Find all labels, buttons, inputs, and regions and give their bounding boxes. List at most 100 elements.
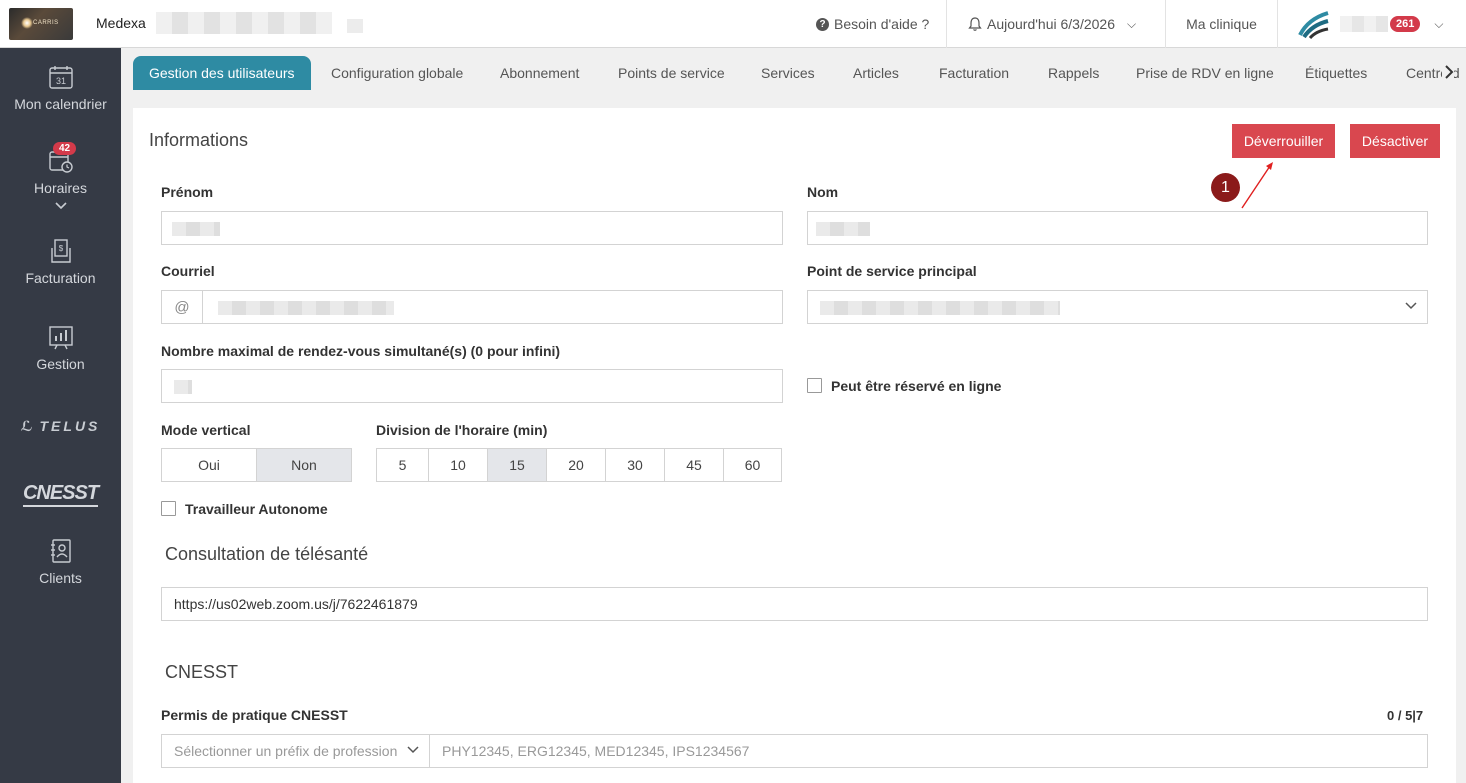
unlock-button[interactable]: Déverrouiller — [1232, 124, 1335, 158]
profession-prefix-placeholder: Sélectionner un préfix de profession — [174, 743, 398, 759]
at-sign-icon: @ — [162, 291, 203, 323]
first-name-label: Prénom — [161, 184, 214, 200]
sidebar-item-schedules[interactable]: 42 Horaires — [0, 142, 121, 214]
cnesst-section-title: CNESST — [165, 662, 239, 682]
division-option[interactable]: 20 — [546, 449, 605, 481]
app-logo[interactable]: CARRIS — [9, 8, 73, 40]
tab-bar: Gestion des utilisateurs Configuration g… — [133, 56, 1460, 90]
tab-services[interactable]: Services — [761, 56, 815, 90]
contacts-book-icon — [50, 539, 71, 563]
vertical-mode-yes[interactable]: Oui — [162, 449, 256, 481]
today-dropdown[interactable]: Aujourd'hui 6/3/2026 ⌵ — [946, 0, 1165, 48]
tab-subscription[interactable]: Abonnement — [500, 56, 579, 90]
division-option[interactable]: 15 — [487, 449, 546, 481]
telus-label: TELUS — [39, 418, 101, 434]
vertical-mode-no[interactable]: Non — [256, 449, 351, 481]
logo-mark-icon — [21, 17, 33, 29]
main-service-point-label: Point de service principal — [807, 263, 977, 279]
bell-icon — [968, 17, 982, 31]
tab-global-config[interactable]: Configuration globale — [331, 56, 463, 90]
tab-reminders[interactable]: Rappels — [1048, 56, 1099, 90]
max-appointments-field[interactable] — [161, 369, 783, 403]
sidebar-item-label: Facturation — [25, 270, 96, 286]
main-content: Gestion des utilisateurs Configuration g… — [121, 48, 1466, 783]
permit-number-field[interactable]: PHY12345, ERG12345, MED12345, IPS1234567 — [429, 734, 1428, 768]
user-menu[interactable]: 261 ⌵ — [1277, 0, 1466, 48]
telehealth-url-value: https://us02web.zoom.us/j/7622461879 — [174, 596, 418, 612]
schedules-badge: 42 — [53, 142, 77, 155]
redacted-clinic-info — [156, 12, 332, 34]
telus-logo[interactable]: ℒ TELUS — [0, 418, 121, 435]
chevron-down-icon — [1405, 299, 1417, 313]
sidebar-item-clients[interactable]: Clients — [0, 538, 121, 586]
tab-online-booking[interactable]: Prise de RDV en ligne — [1136, 56, 1274, 90]
online-booking-checkbox[interactable] — [807, 378, 822, 393]
chevron-down-icon: ⌵ — [1127, 16, 1137, 31]
sidebar-item-label: Gestion — [36, 356, 85, 372]
redacted-clinic-info-2 — [347, 19, 363, 33]
billing-icon: $ — [50, 239, 71, 263]
tab-user-management[interactable]: Gestion des utilisateurs — [133, 56, 311, 90]
deactivate-button[interactable]: Désactiver — [1350, 124, 1440, 158]
redacted-value — [172, 222, 220, 236]
vertical-mode-label: Mode vertical — [161, 422, 251, 438]
calendar-icon: 31 — [48, 66, 73, 89]
division-option[interactable]: 45 — [664, 449, 723, 481]
logo-text: CARRIS — [33, 20, 59, 26]
cnesst-logo[interactable]: CNESST — [0, 482, 121, 507]
sidebar: 31 Mon calendrier 42 Horaires $ Facturat… — [0, 48, 121, 783]
notification-badge: 261 — [1390, 16, 1421, 32]
telehealth-url-field[interactable]: https://us02web.zoom.us/j/7622461879 — [161, 587, 1428, 621]
top-bar: CARRIS Medexa ? Besoin d'aide ? Aujourd'… — [0, 0, 1466, 48]
division-option[interactable]: 5 — [377, 449, 428, 481]
my-clinic-link[interactable]: Ma clinique — [1165, 0, 1277, 48]
division-option[interactable]: 60 — [723, 449, 781, 481]
autonomous-worker-checkbox[interactable] — [161, 501, 176, 516]
last-name-field[interactable] — [807, 211, 1428, 245]
permit-number-placeholder: PHY12345, ERG12345, MED12345, IPS1234567 — [442, 743, 750, 759]
chevron-down-icon: ⌵ — [1434, 16, 1444, 31]
division-option[interactable]: 30 — [605, 449, 664, 481]
schedule-division-label: Division de l'horaire (min) — [376, 422, 548, 438]
page-title: Informations — [149, 130, 249, 150]
sidebar-item-label: Mon calendrier — [14, 96, 107, 112]
help-link[interactable]: ? Besoin d'aide ? — [806, 0, 946, 48]
telehealth-section-title: Consultation de télésanté — [165, 544, 369, 564]
profession-prefix-select[interactable]: Sélectionner un préfix de profession — [161, 734, 430, 768]
redacted-value — [816, 222, 870, 236]
help-label: Besoin d'aide ? — [834, 16, 930, 32]
chevron-right-icon[interactable] — [1442, 65, 1454, 82]
chevron-down-icon[interactable] — [0, 198, 121, 214]
user-avatar-icon — [1298, 11, 1329, 39]
tab-labels[interactable]: Étiquettes — [1305, 56, 1367, 90]
autonomous-worker-label: Travailleur Autonome — [185, 501, 328, 517]
question-circle-icon: ? — [816, 17, 829, 31]
calendar-day: 31 — [55, 76, 65, 86]
redacted-value — [174, 380, 192, 394]
telus-mark-icon: ℒ — [20, 418, 33, 434]
max-appointments-label: Nombre maximal de rendez-vous simultané(… — [161, 343, 561, 359]
redacted-user-name — [1340, 16, 1388, 32]
first-name-field[interactable] — [161, 211, 783, 245]
annotation-arrow-icon — [1241, 162, 1273, 209]
sidebar-item-billing[interactable]: $ Facturation — [0, 238, 121, 286]
email-label: Courriel — [161, 263, 215, 279]
sidebar-item-management[interactable]: Gestion — [0, 324, 121, 372]
schedule-division-toggle: 5 10 15 20 30 45 60 — [376, 448, 782, 482]
chart-board-icon — [48, 326, 73, 350]
sidebar-item-label: Horaires — [34, 180, 87, 196]
vertical-mode-toggle: Oui Non — [161, 448, 352, 482]
main-service-point-select[interactable] — [807, 290, 1428, 324]
tab-service-points[interactable]: Points de service — [618, 56, 725, 90]
cnesst-permit-label: Permis de pratique CNESST — [161, 707, 348, 723]
today-label: Aujourd'hui 6/3/2026 — [987, 16, 1115, 32]
sidebar-item-calendar[interactable]: 31 Mon calendrier — [0, 64, 121, 112]
tab-billing[interactable]: Facturation — [939, 56, 1009, 90]
clinic-name: Medexa — [96, 15, 146, 31]
permit-counter: 0 / 5|7 — [1387, 708, 1424, 723]
email-field[interactable]: @ — [161, 290, 783, 324]
sidebar-item-label: Clients — [39, 570, 82, 586]
division-option[interactable]: 10 — [428, 449, 487, 481]
redacted-value — [820, 301, 1060, 315]
tab-articles[interactable]: Articles — [853, 56, 899, 90]
